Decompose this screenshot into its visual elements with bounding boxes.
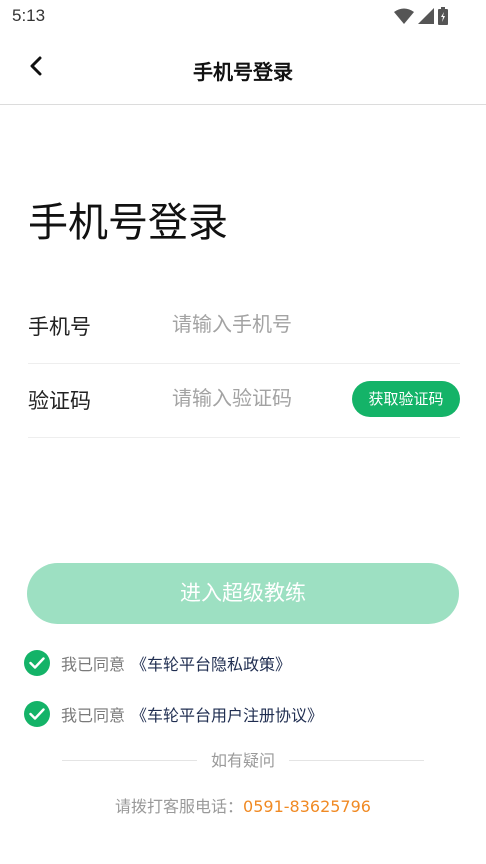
nav-bar: 手机号登录 [0, 32, 486, 105]
wifi-icon [394, 8, 414, 28]
status-time: 5:13 [12, 6, 46, 25]
signal-icon [418, 8, 434, 28]
phone-input[interactable] [172, 307, 442, 341]
checkbox-checked-icon[interactable] [24, 650, 50, 676]
code-row: 验证码 获取验证码 [28, 363, 460, 438]
agreement-prefix: 我已同意 [61, 655, 126, 674]
phone-label: 手机号 [28, 315, 91, 339]
agreement-row-terms: 我已同意 《车轮平台用户注册协议》 [24, 700, 323, 728]
nav-title: 手机号登录 [193, 60, 293, 84]
privacy-policy-link[interactable]: 《车轮平台隐私政策》 [131, 651, 291, 675]
user-agreement-link[interactable]: 《车轮平台用户注册协议》 [131, 702, 323, 726]
phone-row: 手机号 [28, 289, 460, 364]
divider-line-right [289, 760, 424, 761]
status-icons [394, 7, 448, 29]
page-title: 手机号登录 [28, 200, 228, 246]
enter-button[interactable]: 进入超级教练 [27, 563, 459, 624]
hotline: 请拨打客服电话：0591-83625796 [0, 793, 486, 817]
hotline-number[interactable]: 0591-83625796 [243, 797, 371, 816]
code-input[interactable] [172, 381, 342, 415]
code-label: 验证码 [28, 389, 91, 413]
help-divider-text: 如有疑问 [210, 751, 275, 770]
hotline-prefix: 请拨打客服电话： [115, 797, 244, 816]
agreement-row-privacy: 我已同意 《车轮平台隐私政策》 [24, 649, 291, 677]
agreement-prefix: 我已同意 [61, 706, 126, 725]
status-bar: 5:13 [0, 0, 486, 32]
checkbox-checked-icon[interactable] [24, 701, 50, 727]
get-code-button[interactable]: 获取验证码 [352, 381, 460, 417]
battery-icon [438, 7, 448, 29]
help-divider: 如有疑问 [62, 748, 424, 774]
